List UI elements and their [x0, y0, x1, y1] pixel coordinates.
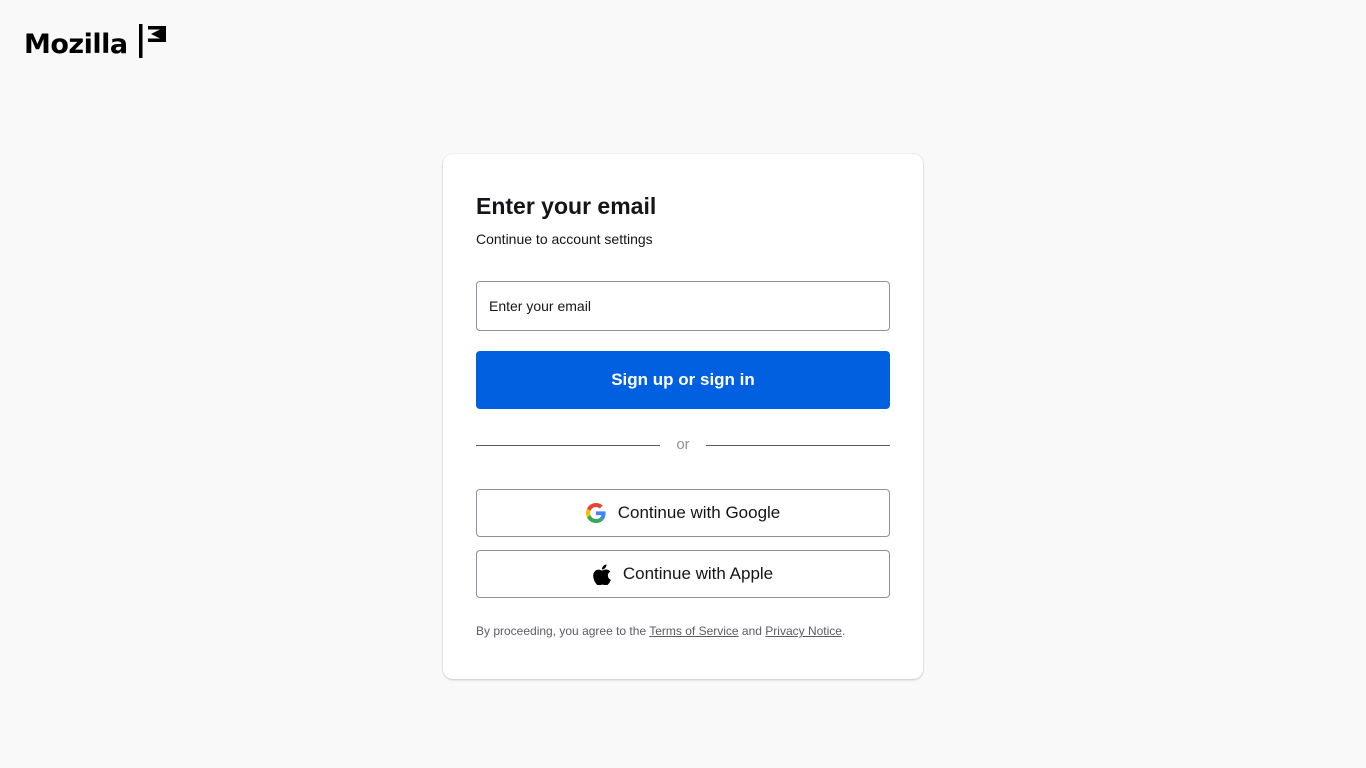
- apple-logo-icon: [593, 564, 611, 585]
- legal-middle: and: [738, 624, 766, 638]
- signin-card: Enter your email Continue to account set…: [443, 154, 923, 679]
- continue-with-google-button[interactable]: Continue with Google: [476, 489, 890, 537]
- divider-line-right: [706, 445, 890, 446]
- page-title: Enter your email: [476, 193, 657, 219]
- terms-of-service-link[interactable]: Terms of Service: [649, 624, 738, 638]
- or-divider: or: [476, 434, 890, 456]
- apple-button-label: Continue with Apple: [622, 564, 774, 583]
- mozilla-m-icon: [138, 24, 166, 58]
- mozilla-logo[interactable]: Mozilla: [24, 22, 168, 58]
- sign-up-or-sign-in-button[interactable]: Sign up or sign in: [476, 351, 890, 409]
- legal-notice: By proceeding, you agree to the Terms of…: [476, 624, 845, 638]
- legal-prefix: By proceeding, you agree to the: [476, 624, 650, 638]
- logo-wordmark: Mozilla: [24, 29, 128, 60]
- page-subtitle: Continue to account settings: [476, 231, 653, 247]
- continue-with-apple-button[interactable]: Continue with Apple: [476, 550, 890, 598]
- legal-suffix: .: [841, 624, 846, 638]
- privacy-notice-link[interactable]: Privacy Notice: [765, 624, 842, 638]
- google-button-label: Continue with Google: [617, 503, 781, 522]
- google-g-icon: [585, 503, 606, 523]
- email-field[interactable]: [476, 281, 890, 331]
